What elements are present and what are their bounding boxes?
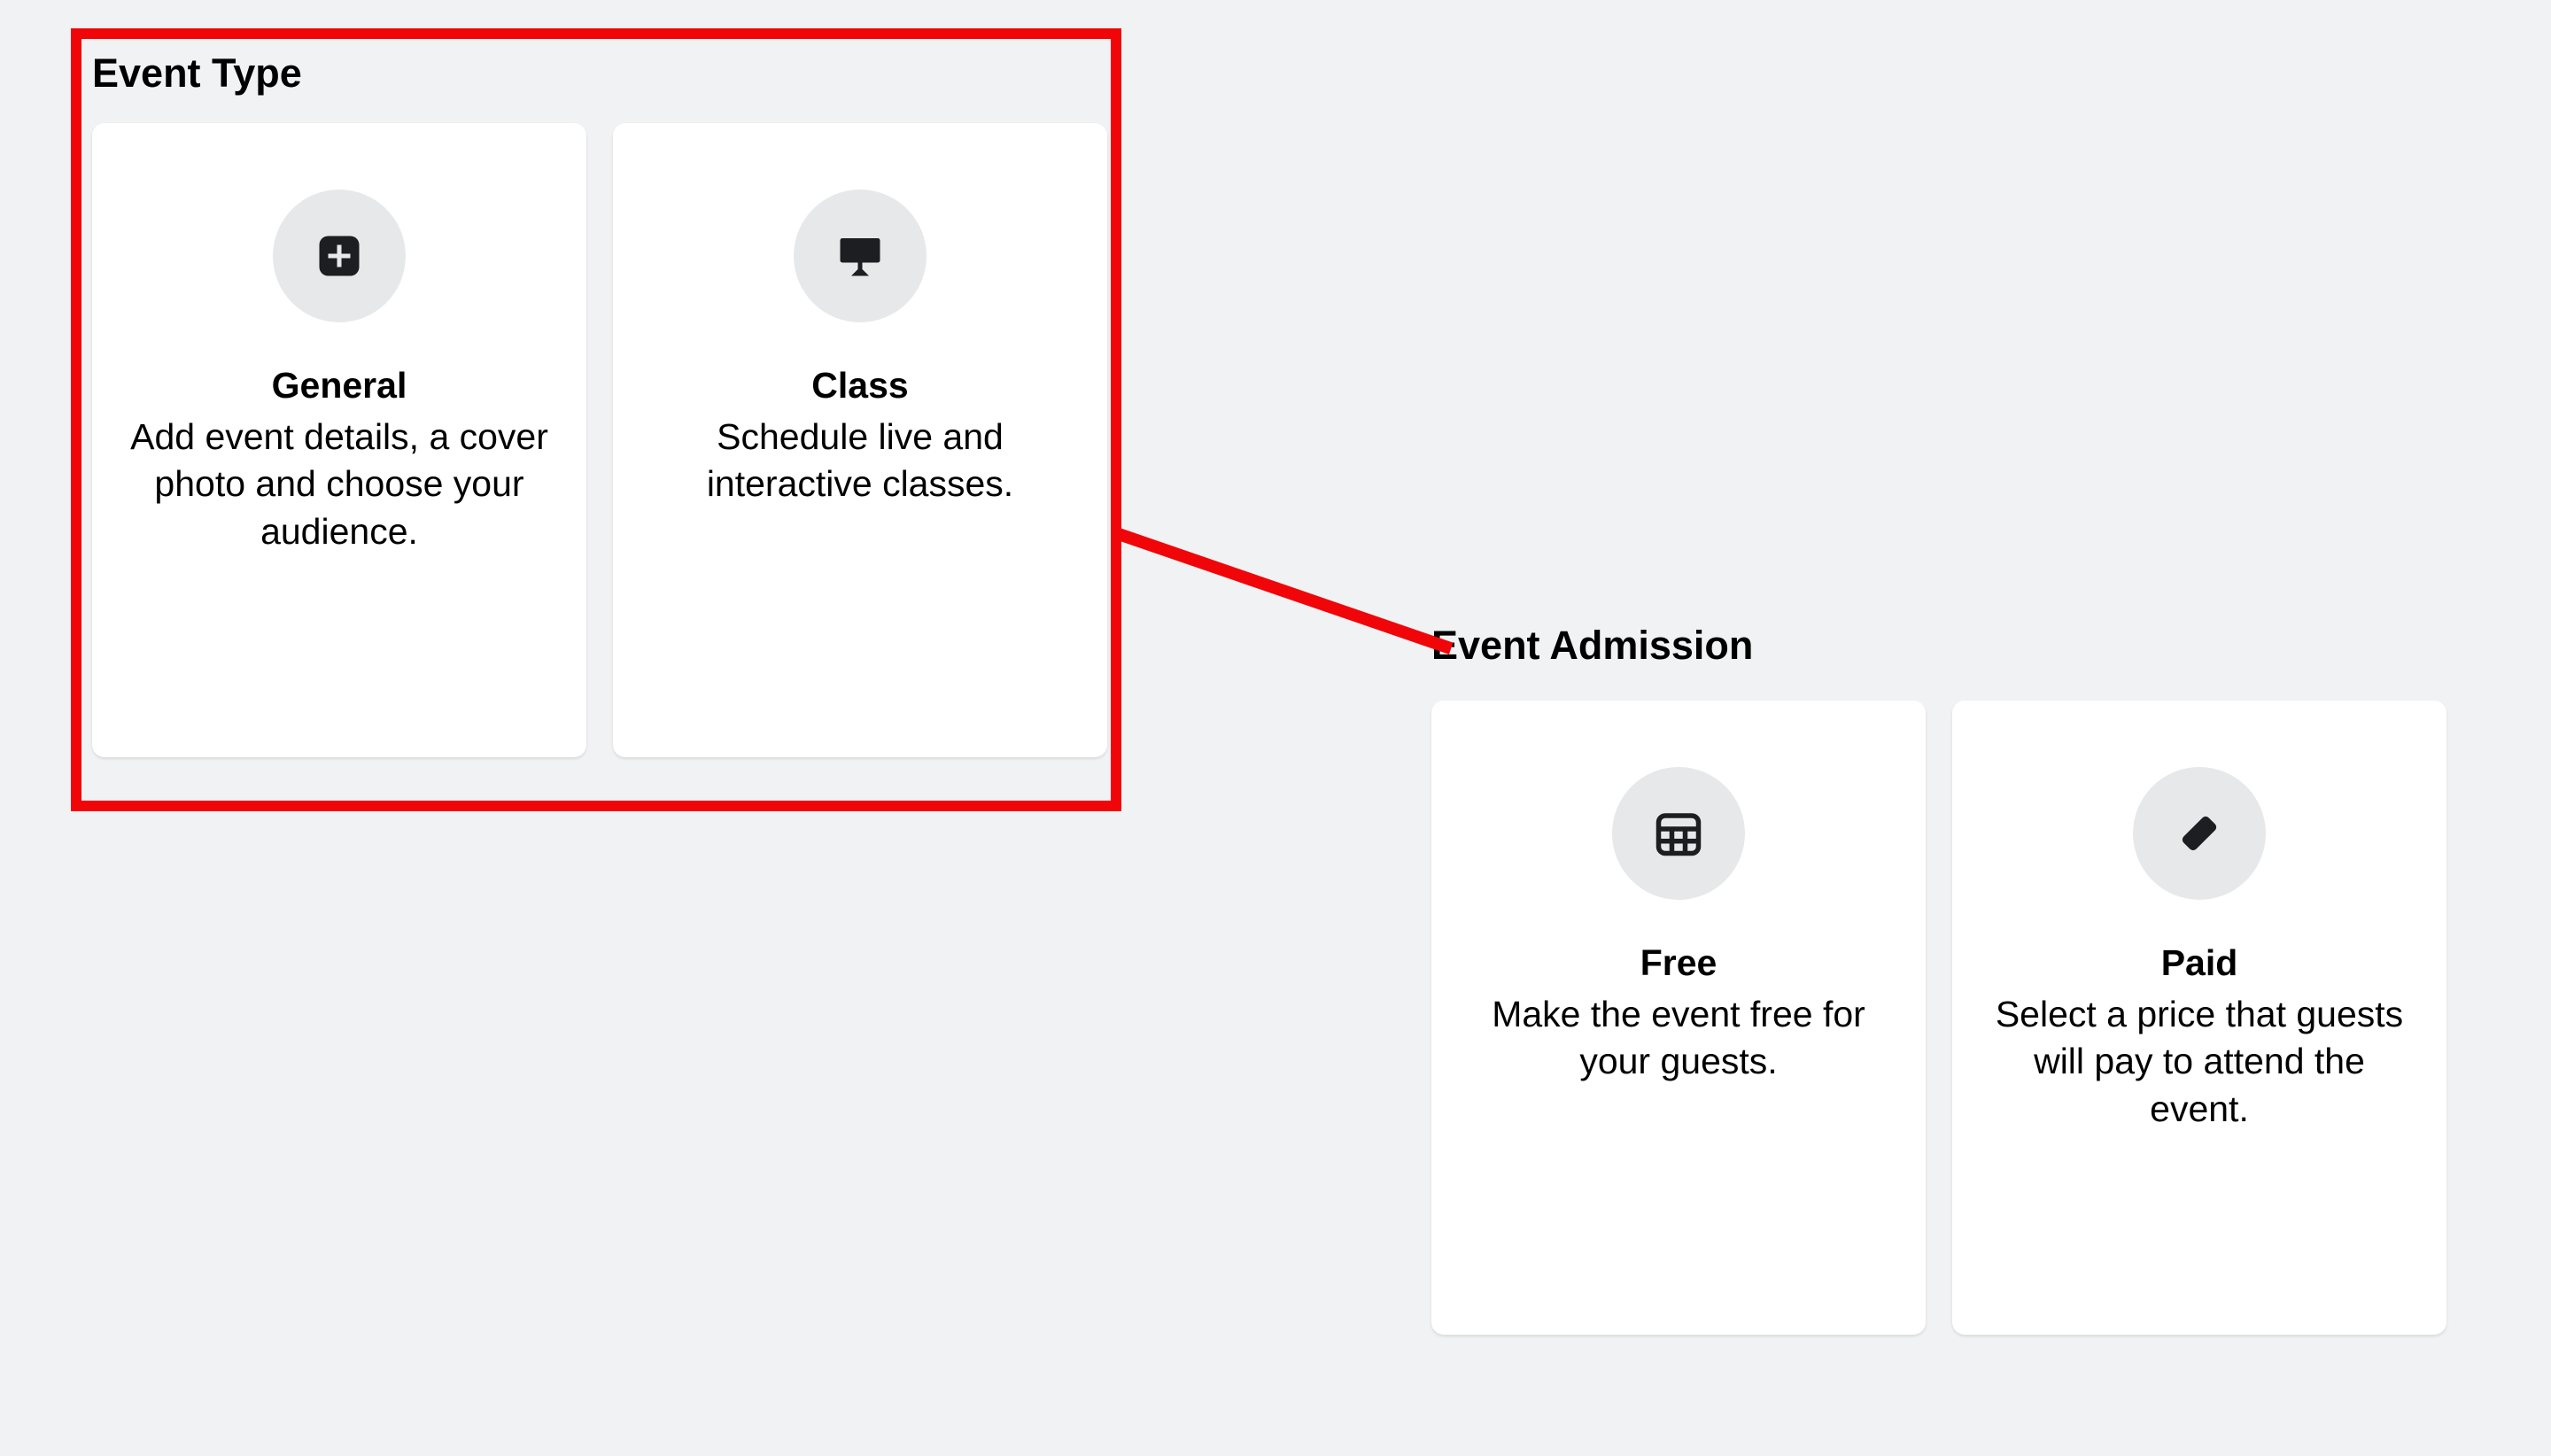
event-admission-card-free[interactable]: Free Make the event free for your guests… bbox=[1431, 701, 1926, 1335]
event-type-heading: Event Type bbox=[92, 50, 1107, 97]
event-type-cards: General Add event details, a cover photo… bbox=[92, 123, 1107, 757]
card-title: Paid bbox=[2161, 942, 2238, 984]
ticket-icon bbox=[2133, 767, 2266, 900]
event-type-card-general[interactable]: General Add event details, a cover photo… bbox=[92, 123, 586, 757]
calendar-icon bbox=[1612, 767, 1745, 900]
event-type-section: Event Type General Add event details, a … bbox=[92, 50, 1107, 757]
card-description: Schedule live and interactive classes. bbox=[613, 414, 1107, 508]
annotation-connector-line bbox=[1114, 527, 1454, 654]
card-title: Class bbox=[811, 365, 908, 407]
event-admission-card-paid[interactable]: Paid Select a price that guests will pay… bbox=[1952, 701, 2446, 1335]
add-square-icon bbox=[273, 190, 406, 322]
card-description: Select a price that guests will pay to a… bbox=[1952, 991, 2446, 1133]
event-admission-heading: Event Admission bbox=[1431, 623, 2446, 669]
event-admission-cards: Free Make the event free for your guests… bbox=[1431, 701, 2446, 1335]
card-title: General bbox=[272, 365, 407, 407]
card-description: Make the event free for your guests. bbox=[1431, 991, 1926, 1086]
card-description: Add event details, a cover photo and cho… bbox=[92, 414, 586, 555]
event-type-card-class[interactable]: Class Schedule live and interactive clas… bbox=[613, 123, 1107, 757]
presentation-icon bbox=[794, 190, 927, 322]
card-title: Free bbox=[1640, 942, 1717, 984]
event-admission-section: Event Admission Free Make the event free… bbox=[1431, 623, 2446, 1335]
